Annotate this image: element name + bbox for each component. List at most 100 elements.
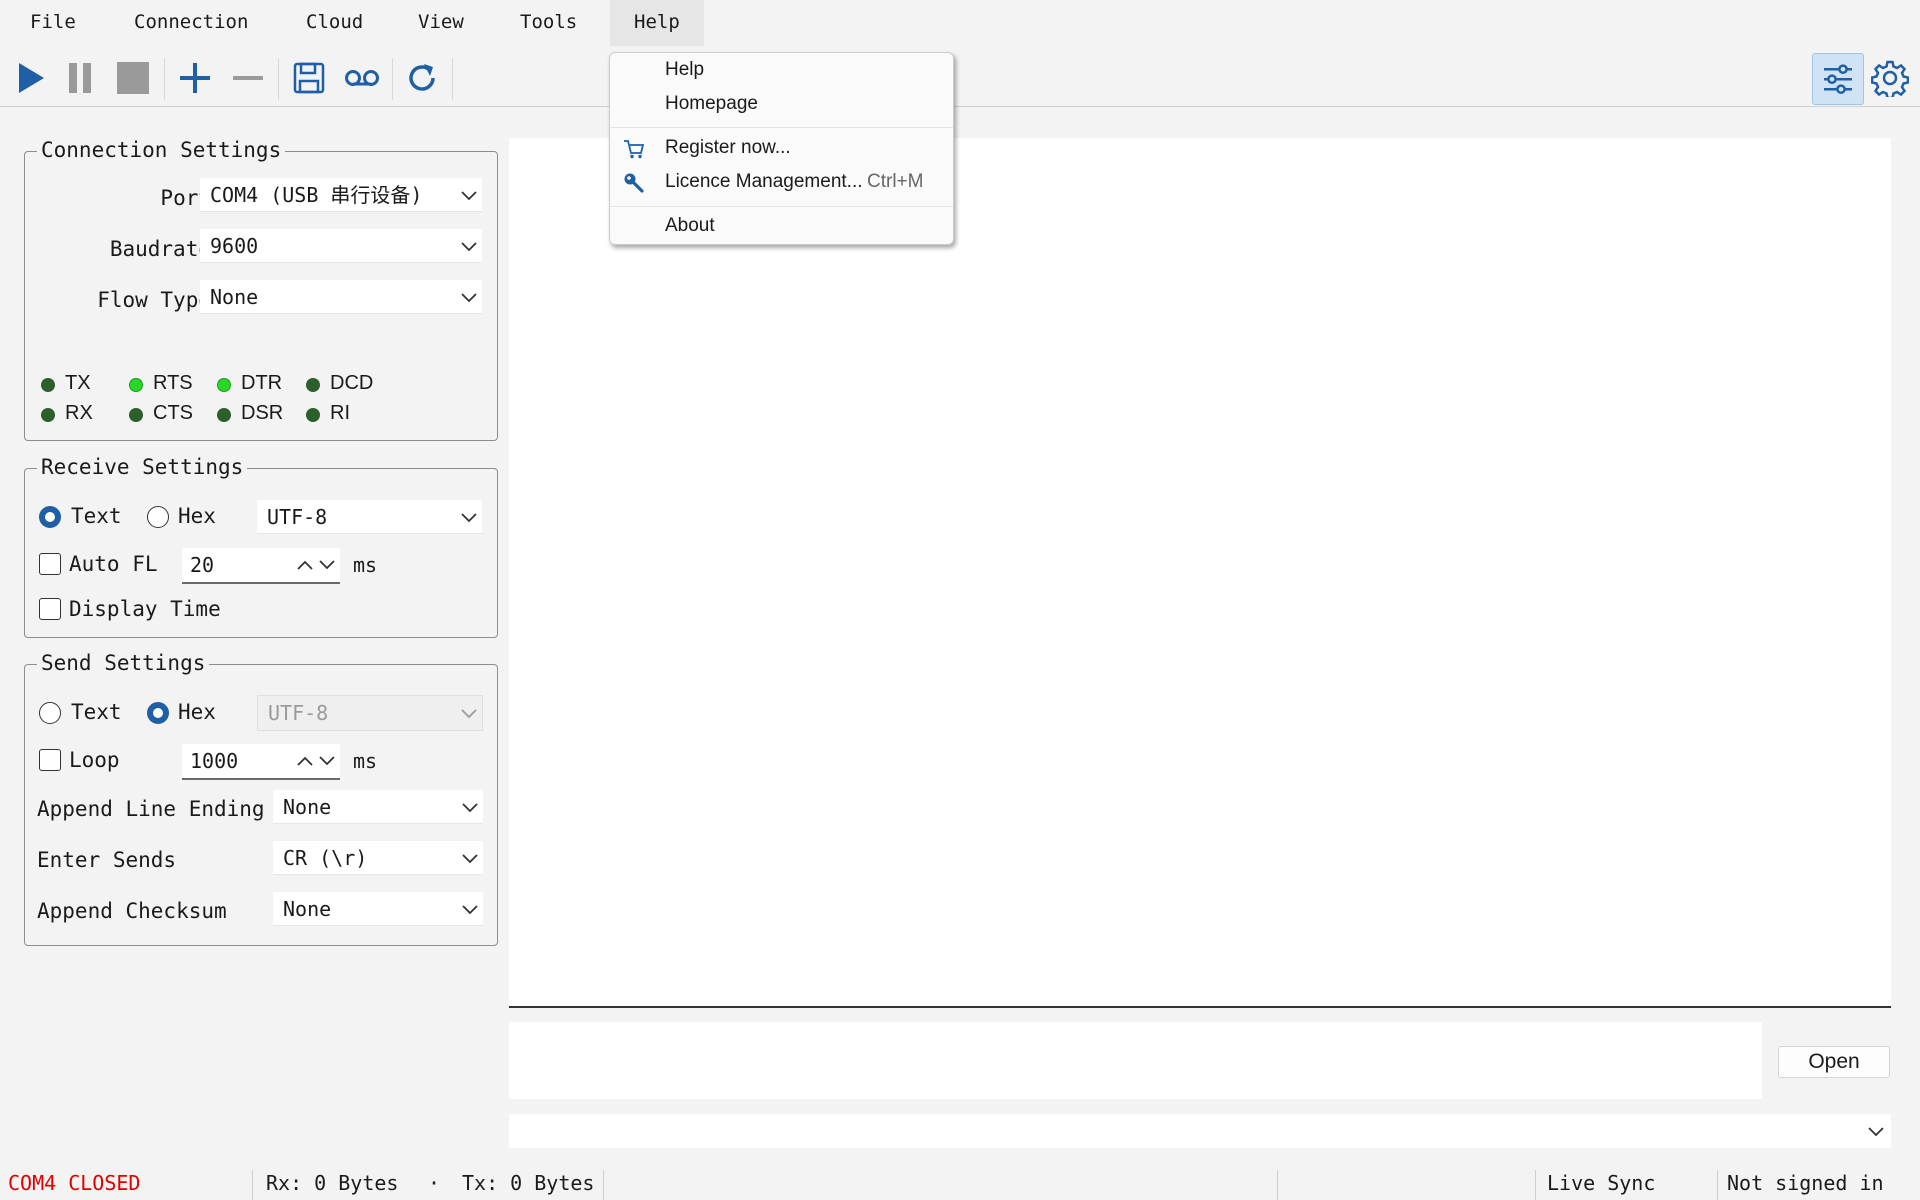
minus-icon	[233, 76, 263, 80]
rx-led	[41, 408, 55, 422]
tx-bytes: Tx: 0 Bytes	[462, 1171, 595, 1195]
menu-separator	[610, 206, 953, 207]
send-hex-label: Hex	[178, 700, 216, 724]
save-button[interactable]	[285, 54, 333, 102]
port-label: Port	[160, 186, 211, 210]
display-time-label: Display Time	[69, 597, 221, 621]
auto-fl-label: Auto FL	[69, 552, 158, 576]
help-menu-item-about[interactable]: About	[610, 210, 953, 242]
help-menu-item-label: Licence Management...	[665, 171, 863, 192]
connection-settings-group: Connection Settings Port COM4 (USB 串行设备)…	[24, 138, 498, 441]
dtr-led-label: DTR	[241, 372, 283, 394]
loop-interval-value: 1000	[190, 749, 239, 773]
status-divider	[1535, 1170, 1536, 1200]
record-button[interactable]	[338, 54, 386, 102]
send-settings-group: Send Settings Text Hex UTF-8 Loop 1000 m…	[24, 651, 498, 946]
chevron-up-icon[interactable]	[296, 557, 314, 573]
menu-cloud[interactable]: Cloud	[282, 0, 387, 46]
receive-output-area[interactable]	[509, 138, 1891, 1008]
remove-button[interactable]	[224, 54, 272, 102]
enter-sends-select[interactable]: CR (\r)	[273, 841, 483, 875]
display-time-checkbox[interactable]	[39, 598, 61, 620]
receive-encoding-select[interactable]: UTF-8	[257, 500, 482, 534]
status-divider	[1277, 1170, 1278, 1200]
menu-tools[interactable]: Tools	[496, 0, 601, 46]
stop-button[interactable]	[109, 54, 157, 102]
toolbar-separator	[278, 58, 279, 100]
send-text-radio[interactable]	[39, 702, 61, 724]
pause-button[interactable]	[56, 54, 104, 102]
baudrate-label: Baudrate	[109, 237, 211, 261]
menu-view[interactable]: View	[394, 0, 488, 46]
gear-icon	[1871, 60, 1909, 97]
rx-bytes: Rx: 0 Bytes	[266, 1171, 399, 1195]
menu-connection[interactable]: Connection	[110, 0, 272, 46]
toolbar-separator	[164, 58, 165, 100]
play-button[interactable]	[6, 54, 54, 102]
help-menu-item-homepage[interactable]: Homepage	[610, 88, 953, 120]
receive-settings-group: Receive Settings Text Hex UTF-8 Auto FL …	[24, 455, 498, 638]
port-select[interactable]: COM4 (USB 串行设备)	[200, 178, 482, 212]
menu-bar: File Connection Cloud View Tools Help	[0, 0, 1920, 46]
help-menu-item-help[interactable]: Help	[610, 54, 953, 86]
settings-button[interactable]	[1866, 54, 1914, 102]
loop-interval-unit: ms	[353, 749, 378, 773]
refresh-button[interactable]	[398, 54, 446, 102]
flow-type-label: Flow Type	[97, 288, 211, 312]
loop-checkbox[interactable]	[39, 749, 61, 771]
help-menu-item-label: Help	[665, 59, 705, 80]
auto-fl-checkbox[interactable]	[39, 553, 61, 575]
pause-icon	[69, 63, 91, 93]
open-button[interactable]: Open	[1778, 1046, 1890, 1078]
send-settings-title: Send Settings	[37, 651, 210, 675]
port-status: COM4 CLOSED	[8, 1171, 141, 1195]
loop-interval-spinbox[interactable]: 1000	[182, 744, 340, 780]
append-line-ending-select[interactable]: None	[273, 790, 483, 824]
chevron-down-icon[interactable]	[318, 753, 336, 769]
menu-file[interactable]: File	[6, 0, 100, 46]
signin-status[interactable]: Not signed in	[1727, 1164, 1884, 1200]
rts-led	[129, 378, 143, 392]
receive-encoding-value: UTF-8	[267, 505, 328, 529]
loop-label: Loop	[69, 748, 120, 772]
live-sync-status[interactable]: Live Sync	[1547, 1164, 1655, 1200]
ri-led-label: RI	[330, 402, 350, 424]
send-hex-radio[interactable]	[147, 702, 169, 724]
append-checksum-select[interactable]: None	[273, 892, 483, 926]
add-button[interactable]	[171, 54, 219, 102]
status-divider	[603, 1170, 604, 1200]
tx-led-label: TX	[65, 372, 91, 394]
help-menu-item-label: Register now...	[665, 137, 791, 158]
dtr-led	[217, 378, 231, 392]
menu-help[interactable]: Help	[610, 0, 704, 46]
record-icon	[345, 70, 379, 86]
send-history-select[interactable]	[509, 1114, 1891, 1148]
status-divider	[252, 1170, 253, 1200]
help-menu-item-register[interactable]: Register now...	[610, 132, 953, 164]
receive-settings-title: Receive Settings	[37, 455, 248, 479]
port-value: COM4 (USB 串行设备)	[210, 183, 423, 207]
baudrate-select[interactable]: 9600	[200, 229, 482, 263]
append-checksum-value: None	[283, 897, 332, 921]
help-menu-item-label: Homepage	[665, 93, 758, 114]
chevron-up-icon[interactable]	[296, 753, 314, 769]
send-encoding-select: UTF-8	[257, 695, 483, 731]
help-menu-item-licence[interactable]: Licence Management... Ctrl+M	[610, 166, 953, 198]
dsr-led	[217, 408, 231, 422]
flow-type-select[interactable]: None	[200, 280, 482, 314]
receive-hex-label: Hex	[178, 504, 216, 528]
send-input[interactable]	[509, 1022, 1762, 1099]
auto-fl-unit: ms	[353, 553, 378, 577]
settings-panel-toggle[interactable]	[1812, 53, 1864, 105]
enter-sends-value: CR (\r)	[283, 846, 368, 870]
receive-text-radio[interactable]	[39, 506, 61, 528]
receive-hex-radio[interactable]	[147, 506, 169, 528]
help-dropdown-menu: Help Homepage Register now... Licence Ma…	[609, 52, 954, 245]
auto-fl-spinbox[interactable]: 20	[182, 548, 340, 584]
status-divider	[1717, 1170, 1718, 1200]
chevron-down-icon	[461, 242, 477, 252]
auto-fl-value: 20	[190, 553, 215, 577]
dsr-led-label: DSR	[241, 402, 284, 424]
chevron-down-icon[interactable]	[318, 557, 336, 573]
rx-led-label: RX	[65, 402, 93, 424]
